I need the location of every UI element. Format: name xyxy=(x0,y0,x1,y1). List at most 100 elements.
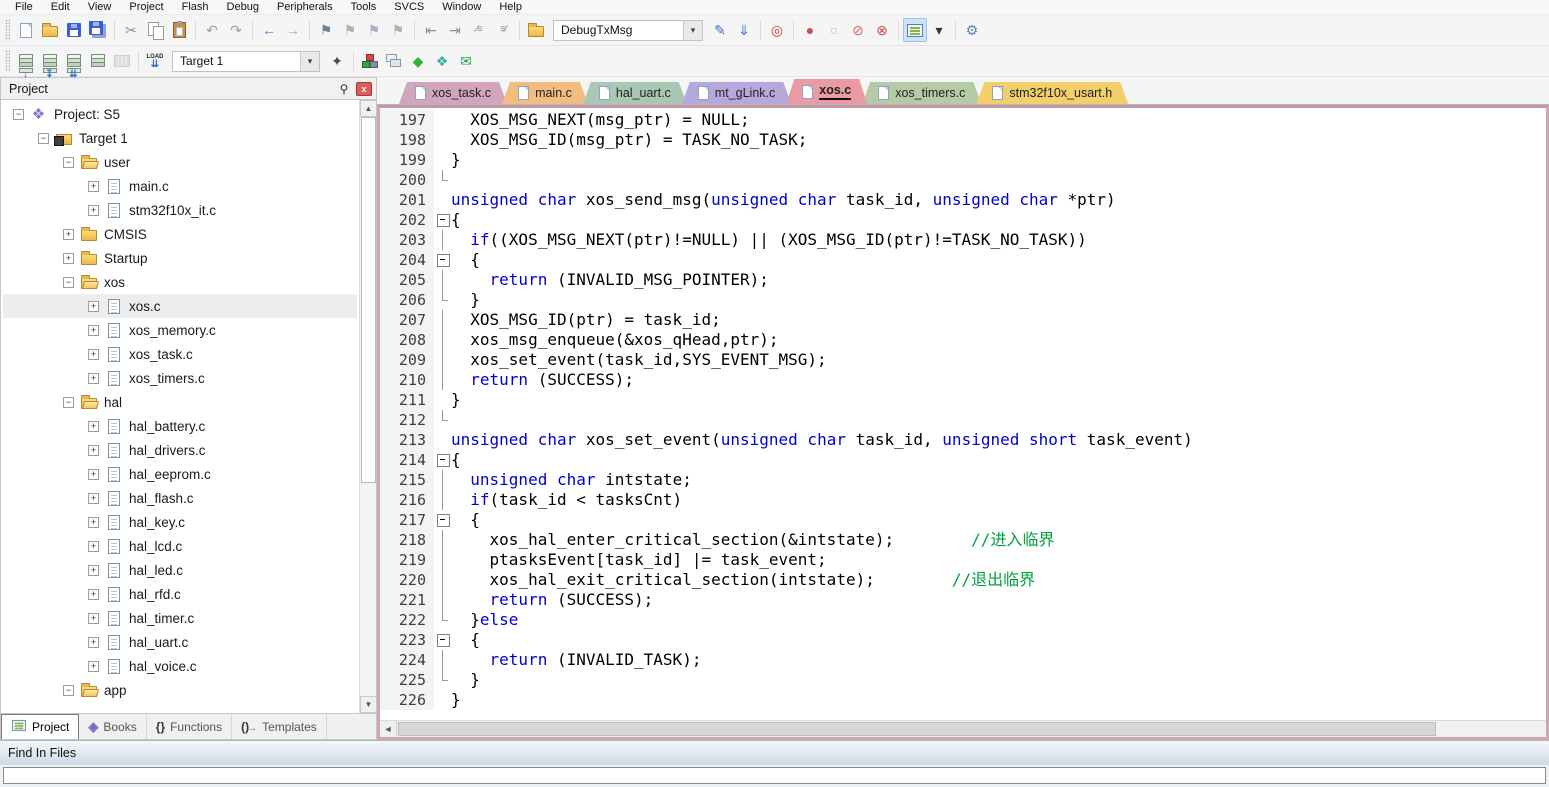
code-line-226[interactable]: 226} xyxy=(380,690,1546,710)
fold-collapse-icon[interactable] xyxy=(434,210,451,230)
kill-all-breakpoints-icon[interactable]: ⊗ xyxy=(870,18,894,42)
build-icon[interactable]: ↧ xyxy=(38,49,62,80)
code-line-201[interactable]: 201 unsigned char xos_send_msg(unsigned c… xyxy=(380,190,1546,210)
project-window-icon[interactable] xyxy=(903,18,927,42)
panel-tab-functions[interactable]: {} Functions xyxy=(147,714,233,739)
navigate-forward-icon[interactable]: → xyxy=(281,18,305,42)
pack-installer-icon[interactable]: ❖ xyxy=(430,49,454,73)
scroll-left-icon[interactable]: ◄ xyxy=(380,721,397,737)
code-line-207[interactable]: 207 XOS_MSG_ID(ptr) = task_id; xyxy=(380,310,1546,330)
tree-item-hal-uart-c[interactable]: + hal_uart.c xyxy=(3,630,357,654)
menu-item-help[interactable]: Help xyxy=(490,1,531,13)
code-line-215[interactable]: 215 unsigned char intstate; xyxy=(380,470,1546,490)
debug-config-combo[interactable]: DebugTxMsg ▾ xyxy=(553,19,703,41)
editor-tab-mt-glink-c[interactable]: mt_gLink.c xyxy=(682,82,791,104)
navigate-back-icon[interactable]: ← xyxy=(257,18,281,42)
code-line-220[interactable]: 220 xos_hal_exit_critical_section(intsta… xyxy=(380,570,1546,590)
code-line-205[interactable]: 205 return (INVALID_MSG_POINTER); xyxy=(380,270,1546,290)
code-editor[interactable]: 197 XOS_MSG_NEXT(msg_ptr) = NULL; 198 XOS… xyxy=(380,108,1546,720)
code-line-204[interactable]: 204 { xyxy=(380,250,1546,270)
editor-horizontal-scrollbar[interactable]: ◄ xyxy=(380,720,1546,737)
editor-tab-xos-task-c[interactable]: xos_task.c xyxy=(399,82,507,104)
expand-icon[interactable]: + xyxy=(88,516,99,528)
window-dropdown-icon[interactable]: ▾ xyxy=(927,18,951,42)
collapse-icon[interactable]: − xyxy=(38,132,49,144)
chevron-down-icon[interactable]: ▾ xyxy=(683,20,702,40)
software-packs-icon[interactable]: ◆ xyxy=(406,49,430,73)
code-line-197[interactable]: 197 XOS_MSG_NEXT(msg_ptr) = NULL; xyxy=(380,110,1546,130)
close-panel-button[interactable]: x xyxy=(356,81,372,96)
collapse-icon[interactable]: − xyxy=(13,108,24,120)
menu-item-view[interactable]: View xyxy=(79,1,121,13)
tree-item-xos[interactable]: − xos xyxy=(3,270,357,294)
code-line-212[interactable]: 212 xyxy=(380,410,1546,430)
tree-item-user[interactable]: − user xyxy=(3,150,357,174)
tree-item-xos-task-c[interactable]: + xos_task.c xyxy=(3,342,357,366)
tree-item-hal-eeprom-c[interactable]: + hal_eeprom.c xyxy=(3,462,357,486)
tree-item-hal-timer-c[interactable]: + hal_timer.c xyxy=(3,606,357,630)
tree-item-hal-rfd-c[interactable]: + hal_rfd.c xyxy=(3,582,357,606)
editor-tab-xos-timers-c[interactable]: xos_timers.c xyxy=(862,82,981,104)
tree-item-project-s5[interactable]: − ❖ Project: S5 xyxy=(3,102,357,126)
menu-item-debug[interactable]: Debug xyxy=(218,1,268,13)
collapse-icon[interactable]: − xyxy=(63,396,74,408)
tree-item-app[interactable]: − app xyxy=(3,678,357,702)
pin-icon[interactable]: ⚲ xyxy=(336,82,352,96)
tree-item-hal-voice-c[interactable]: + hal_voice.c xyxy=(3,654,357,678)
manage-components-icon[interactable] xyxy=(358,49,382,73)
code-line-219[interactable]: 219 ptasksEvent[task_id] |= task_event; xyxy=(380,550,1546,570)
expand-icon[interactable]: + xyxy=(88,300,99,312)
prev-bookmark-icon[interactable]: ⚑ xyxy=(338,18,362,42)
runtime-environment-icon[interactable]: ✉ xyxy=(454,49,478,73)
editor-tab-main-c[interactable]: main.c xyxy=(502,82,588,104)
tree-item-cmsis[interactable]: + CMSIS xyxy=(3,222,357,246)
indent-icon[interactable]: ⇥ xyxy=(443,18,467,42)
save-icon[interactable] xyxy=(62,18,86,42)
expand-icon[interactable]: + xyxy=(88,420,99,432)
expand-icon[interactable]: + xyxy=(88,564,99,576)
open-file-icon[interactable] xyxy=(38,18,62,42)
expand-icon[interactable]: + xyxy=(88,444,99,456)
target-options-icon[interactable]: ✦ xyxy=(325,49,349,73)
target-select-combo[interactable]: Target 1 ▾ xyxy=(172,50,320,72)
scroll-up-icon[interactable]: ▲ xyxy=(360,100,376,117)
undo-icon[interactable]: ↶ xyxy=(200,18,224,42)
find-in-files-icon[interactable] xyxy=(524,18,548,42)
breakpoint-icon[interactable]: ● xyxy=(798,18,822,42)
clear-bookmarks-icon[interactable]: ⚑ xyxy=(386,18,410,42)
editor-tab-xos-c[interactable]: xos.c xyxy=(786,79,867,104)
toolbar-grip[interactable] xyxy=(5,19,10,41)
toolbar-grip[interactable] xyxy=(5,50,10,72)
code-line-209[interactable]: 209 xos_set_event(task_id,SYS_EVENT_MSG)… xyxy=(380,350,1546,370)
expand-icon[interactable]: + xyxy=(88,324,99,336)
tree-item-startup[interactable]: + Startup xyxy=(3,246,357,270)
code-line-210[interactable]: 210 return (SUCCESS); xyxy=(380,370,1546,390)
code-line-214[interactable]: 214 { xyxy=(380,450,1546,470)
code-line-213[interactable]: 213 unsigned char xos_set_event(unsigned … xyxy=(380,430,1546,450)
menu-item-peripherals[interactable]: Peripherals xyxy=(268,1,342,13)
code-line-224[interactable]: 224 return (INVALID_TASK); xyxy=(380,650,1546,670)
expand-icon[interactable]: + xyxy=(88,204,99,216)
disable-all-breakpoints-icon[interactable]: ⊘ xyxy=(846,18,870,42)
code-line-203[interactable]: 203 if((XOS_MSG_NEXT(ptr)!=NULL) || (XOS… xyxy=(380,230,1546,250)
rebuild-icon[interactable]: ⇊ xyxy=(62,49,86,80)
scrollbar-thumb[interactable] xyxy=(398,722,1436,736)
unindent-icon[interactable]: ⇤ xyxy=(419,18,443,42)
expand-icon[interactable]: + xyxy=(63,252,74,264)
find-icon[interactable]: ◎ xyxy=(765,18,789,42)
code-line-225[interactable]: 225 } xyxy=(380,670,1546,690)
editor-tab-stm32f10x-usart-h[interactable]: stm32f10x_usart.h xyxy=(976,82,1128,104)
lookup-word-icon[interactable]: ✎ xyxy=(708,18,732,42)
next-bookmark-icon[interactable]: ⚑ xyxy=(362,18,386,42)
tree-item-hal-drivers-c[interactable]: + hal_drivers.c xyxy=(3,438,357,462)
save-all-icon[interactable] xyxy=(86,18,110,42)
code-line-202[interactable]: 202 { xyxy=(380,210,1546,230)
code-line-217[interactable]: 217 { xyxy=(380,510,1546,530)
menu-item-tools[interactable]: Tools xyxy=(342,1,386,13)
scrollbar-thumb[interactable] xyxy=(361,117,376,483)
code-line-211[interactable]: 211} xyxy=(380,390,1546,410)
tree-item-main-c[interactable]: + main.c xyxy=(3,174,357,198)
expand-icon[interactable]: + xyxy=(88,612,99,624)
panel-tab-templates[interactable]: ()→ Templates xyxy=(232,714,327,739)
tree-item-stm32f10x-it-c[interactable]: + stm32f10x_it.c xyxy=(3,198,357,222)
